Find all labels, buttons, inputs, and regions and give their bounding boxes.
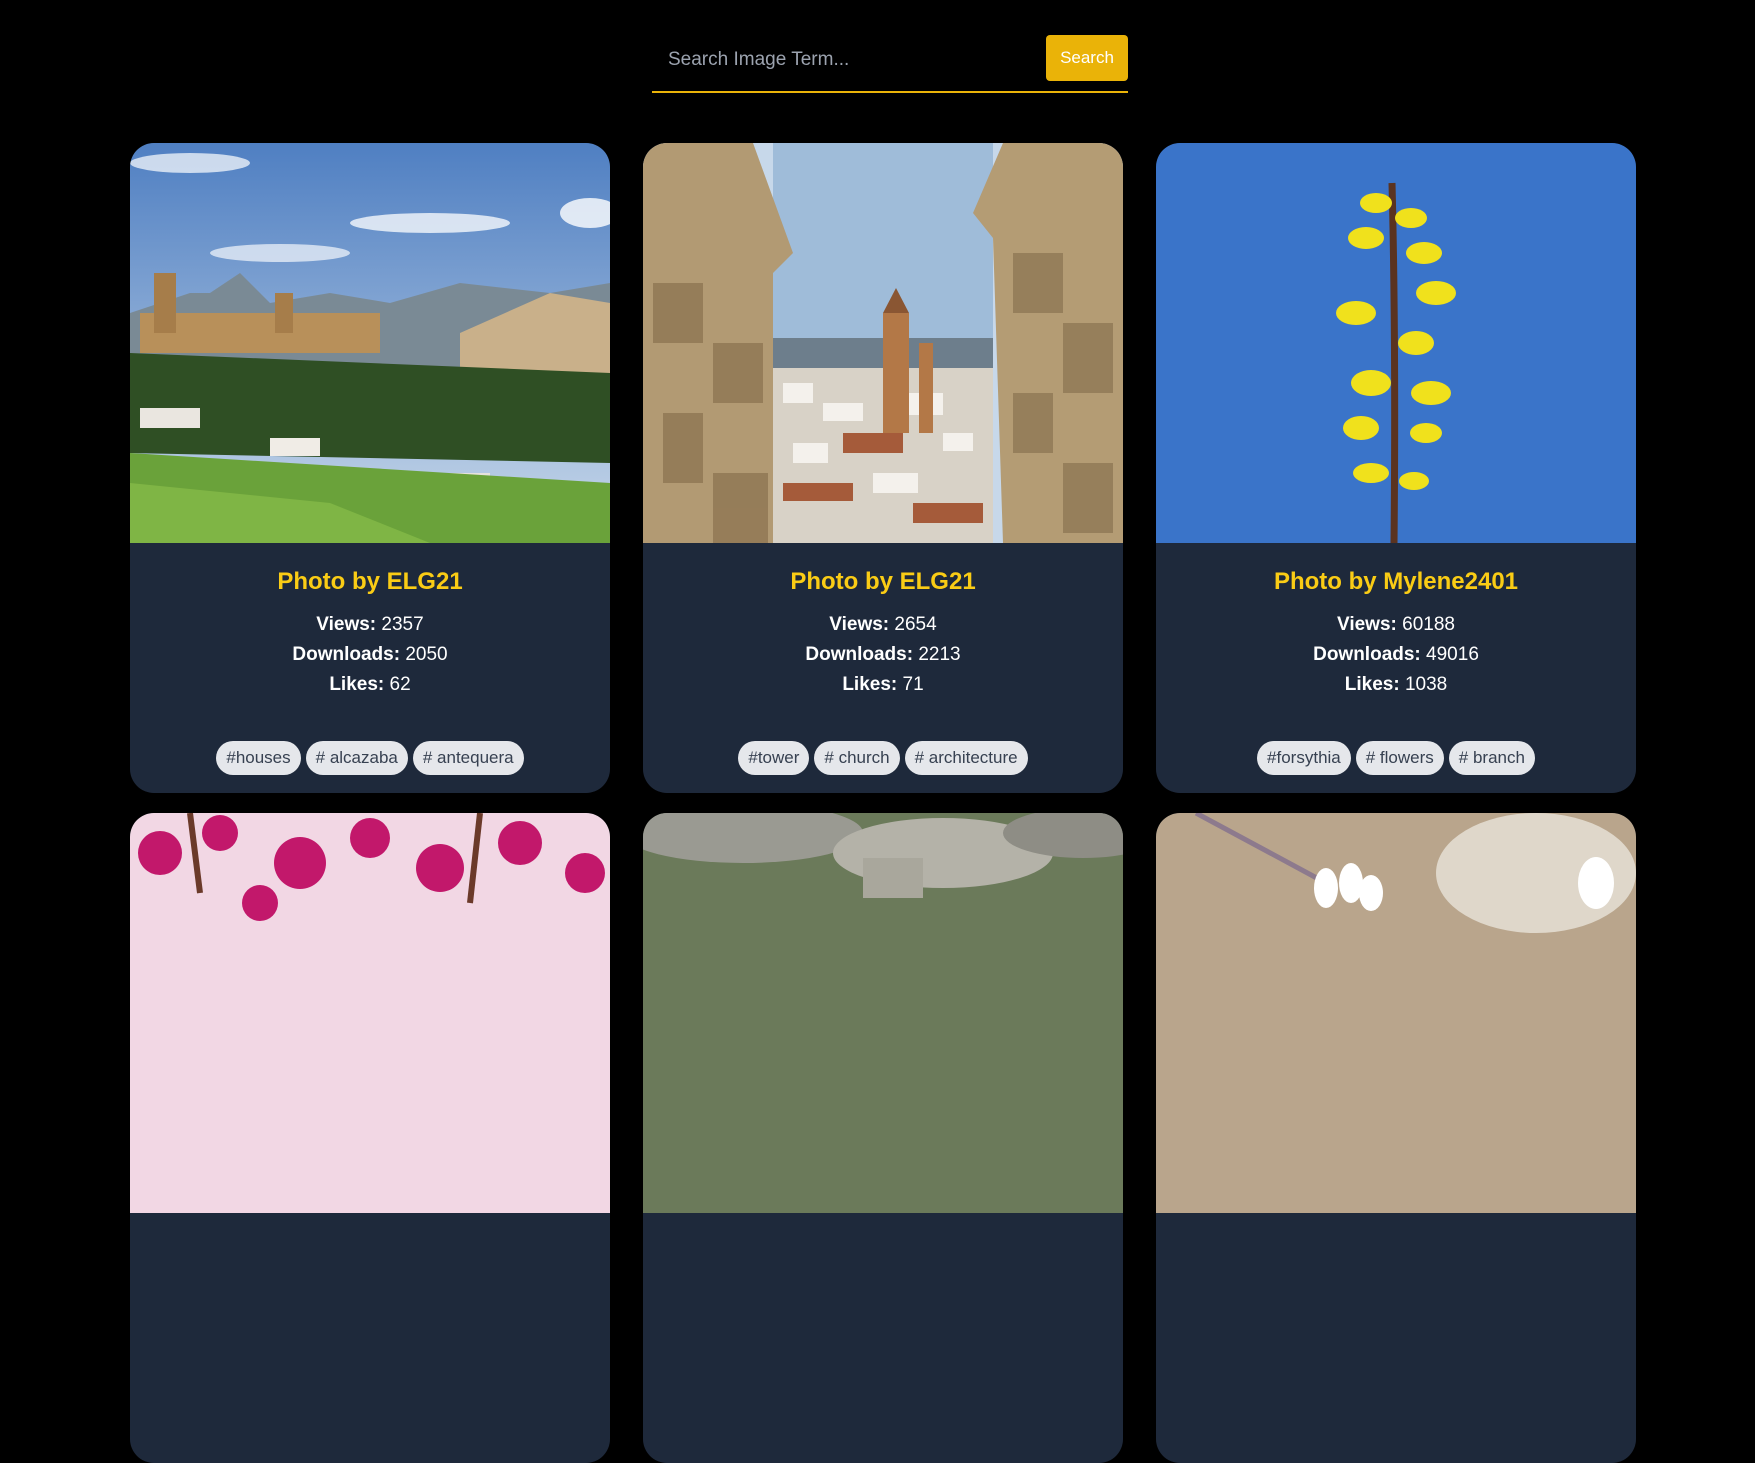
tag[interactable]: #forsythia [1257, 741, 1351, 775]
downloads-stat: Downloads: 2213 [643, 640, 1123, 670]
search-bar: Search [652, 34, 1128, 93]
likes-label: Likes: [842, 674, 898, 695]
views-stat: Views: 2357 [130, 610, 610, 640]
card-image-castle[interactable] [130, 143, 610, 543]
likes-stat: Likes: 62 [130, 670, 610, 700]
tag[interactable]: # antequera [412, 741, 524, 775]
card-image-pink-blossoms[interactable] [130, 813, 610, 1213]
downloads-label: Downloads: [805, 644, 914, 665]
likes-value: 1038 [1404, 674, 1448, 695]
downloads-value: 49016 [1426, 644, 1479, 665]
image-card: Photo by ELG21 Views: 2357 Downloads: 20… [130, 143, 610, 793]
views-label: Views: [1337, 614, 1397, 635]
views-stat: Views: 60188 [1156, 610, 1636, 640]
likes-value: 71 [902, 674, 924, 695]
views-value: 2357 [381, 614, 424, 635]
downloads-value: 2050 [405, 644, 448, 665]
image-card: Photo by Mylene2401 Views: 60188 Downloa… [1156, 143, 1636, 793]
downloads-value: 2213 [918, 644, 961, 665]
tag[interactable]: #houses [216, 741, 301, 775]
image-card [643, 813, 1123, 1463]
tag[interactable]: # branch [1448, 741, 1535, 775]
search-button[interactable]: Search [1046, 35, 1128, 81]
views-value: 2654 [894, 614, 937, 635]
views-value: 60188 [1402, 614, 1455, 635]
tag-list: #tower # church # architecture [643, 741, 1123, 775]
tag[interactable]: # church [814, 741, 900, 775]
downloads-label: Downloads: [292, 644, 401, 665]
card-image-rocks[interactable] [643, 813, 1123, 1213]
card-image-white-blossom[interactable] [1156, 813, 1636, 1213]
likes-stat: Likes: 71 [643, 670, 1123, 700]
image-card [1156, 813, 1636, 1463]
image-grid: Photo by ELG21 Views: 2357 Downloads: 20… [130, 143, 1636, 1463]
likes-value: 62 [389, 674, 411, 695]
card-body: Photo by ELG21 Views: 2357 Downloads: 20… [130, 543, 610, 700]
card-title: Photo by ELG21 [790, 568, 976, 595]
likes-label: Likes: [329, 674, 385, 695]
downloads-label: Downloads: [1313, 644, 1421, 665]
tag-list: #forsythia # flowers # branch [1156, 741, 1636, 775]
image-card: Photo by ELG21 Views: 2654 Downloads: 22… [643, 143, 1123, 793]
card-body: Photo by Mylene2401 Views: 60188 Downloa… [1156, 543, 1636, 700]
tag-list: #houses # alcazaba # antequera [130, 741, 610, 775]
views-label: Views: [316, 614, 377, 635]
card-title: Photo by ELG21 [277, 568, 463, 595]
views-stat: Views: 2654 [643, 610, 1123, 640]
search-input[interactable] [652, 34, 1046, 86]
views-label: Views: [829, 614, 890, 635]
tag[interactable]: # architecture [904, 741, 1028, 775]
downloads-stat: Downloads: 49016 [1156, 640, 1636, 670]
card-title: Photo by Mylene2401 [1273, 568, 1519, 595]
card-image-tower[interactable] [643, 143, 1123, 543]
image-card [130, 813, 610, 1463]
card-image-forsythia[interactable] [1156, 143, 1636, 543]
downloads-stat: Downloads: 2050 [130, 640, 610, 670]
likes-stat: Likes: 1038 [1156, 670, 1636, 700]
likes-label: Likes: [1344, 674, 1400, 695]
tag[interactable]: # flowers [1355, 741, 1444, 775]
card-body: Photo by ELG21 Views: 2654 Downloads: 22… [643, 543, 1123, 700]
tag[interactable]: # alcazaba [305, 741, 408, 775]
tag[interactable]: #tower [738, 741, 810, 775]
